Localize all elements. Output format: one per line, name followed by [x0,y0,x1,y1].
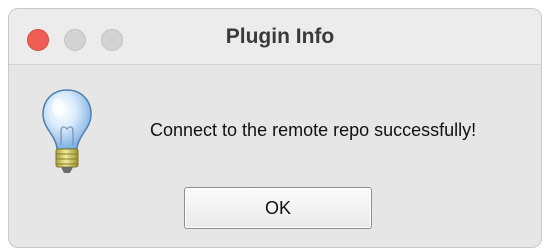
title-bar[interactable]: Plugin Info [9,9,541,65]
window-title: Plugin Info [225,25,335,48]
dialog-message: Connect to the remote repo successfully! [150,120,477,140]
plugin-info-dialog: Plugin Info Connect to the remote repo s… [8,8,542,248]
lightbulb-icon [42,89,92,173]
ok-button[interactable]: OK [184,187,372,229]
